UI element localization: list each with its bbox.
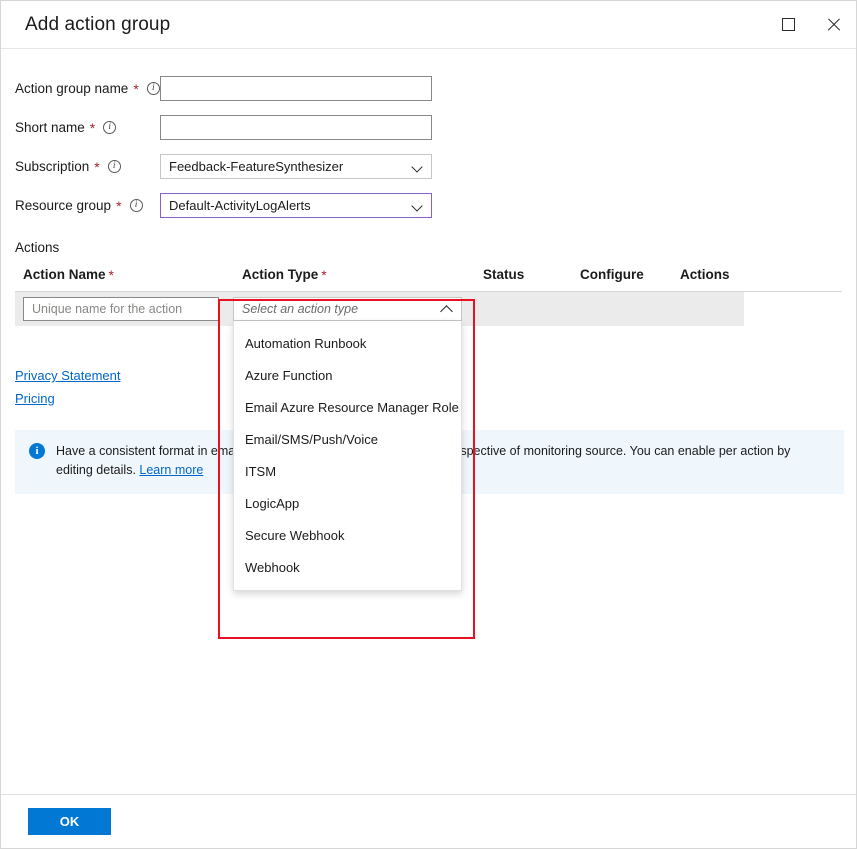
dropdown-option-azure-function[interactable]: Azure Function bbox=[234, 359, 461, 391]
dropdown-option-automation-runbook[interactable]: Automation Runbook bbox=[234, 327, 461, 359]
field-row-action-group-name: Action group name * i bbox=[15, 69, 842, 108]
dropdown-option-email-azure-resource-manager-role[interactable]: Email Azure Resource Manager Role bbox=[234, 391, 461, 423]
column-header-status: Status bbox=[483, 267, 580, 282]
label-text: Resource group bbox=[15, 198, 111, 213]
column-header-configure: Configure bbox=[580, 267, 680, 282]
restore-button[interactable] bbox=[766, 1, 811, 48]
page-title: Add action group bbox=[25, 14, 766, 36]
actions-section-title: Actions bbox=[15, 240, 842, 255]
dialog-titlebar: Add action group bbox=[1, 1, 856, 49]
dropdown-option-email-sms-push-voice[interactable]: Email/SMS/Push/Voice bbox=[234, 423, 461, 455]
info-icon[interactable]: i bbox=[147, 82, 160, 95]
actions-table: Action Name * Action Type * Status Confi… bbox=[15, 267, 842, 326]
ok-button[interactable]: OK bbox=[28, 808, 111, 835]
info-icon[interactable]: i bbox=[108, 160, 121, 173]
dropdown-option-itsm[interactable]: ITSM bbox=[234, 455, 461, 487]
label-text: Subscription bbox=[15, 159, 89, 174]
action-type-placeholder: Select an action type bbox=[242, 302, 358, 316]
dropdown-option-webhook[interactable]: Webhook bbox=[234, 551, 461, 583]
close-icon bbox=[826, 17, 841, 32]
action-type-combobox[interactable]: Select an action type bbox=[233, 297, 462, 321]
actions-table-header: Action Name * Action Type * Status Confi… bbox=[15, 267, 842, 292]
close-button[interactable] bbox=[811, 1, 856, 48]
required-asterisk: * bbox=[109, 268, 114, 282]
column-header-action-name: Action Name * bbox=[15, 267, 229, 282]
dropdown-option-logicapp[interactable]: LogicApp bbox=[234, 487, 461, 519]
column-label: Action Type bbox=[242, 267, 318, 282]
field-row-resource-group: Resource group * i Default-ActivityLogAl… bbox=[15, 186, 842, 225]
window-controls bbox=[766, 1, 856, 48]
resource-group-selected-value: Default-ActivityLogAlerts bbox=[169, 198, 311, 213]
column-header-actions: Actions bbox=[680, 267, 780, 282]
dialog-footer: OK bbox=[1, 794, 856, 848]
info-icon[interactable]: i bbox=[103, 121, 116, 134]
required-asterisk: * bbox=[133, 82, 138, 96]
chevron-down-icon bbox=[412, 200, 423, 211]
learn-more-link[interactable]: Learn more bbox=[139, 463, 203, 477]
pricing-link[interactable]: Pricing bbox=[15, 391, 55, 406]
column-label: Action Name bbox=[23, 267, 106, 282]
short-name-input[interactable] bbox=[160, 115, 432, 140]
field-row-subscription: Subscription * i Feedback-FeatureSynthes… bbox=[15, 147, 842, 186]
restore-icon bbox=[782, 18, 795, 31]
action-type-combo-wrapper: Select an action type Automation Runbook… bbox=[233, 297, 462, 321]
required-asterisk: * bbox=[116, 199, 121, 213]
required-asterisk: * bbox=[94, 160, 99, 174]
dropdown-option-secure-webhook[interactable]: Secure Webhook bbox=[234, 519, 461, 551]
action-name-input[interactable] bbox=[23, 297, 219, 321]
privacy-statement-link[interactable]: Privacy Statement bbox=[15, 368, 121, 383]
required-asterisk: * bbox=[90, 121, 95, 135]
add-action-group-dialog: Add action group Action group name * i S… bbox=[0, 0, 857, 849]
table-row: Select an action type Automation Runbook… bbox=[15, 292, 744, 326]
info-icon: i bbox=[29, 443, 45, 459]
resource-group-select[interactable]: Default-ActivityLogAlerts bbox=[160, 193, 432, 218]
column-header-action-type: Action Type * bbox=[229, 267, 483, 282]
label-subscription: Subscription * i bbox=[15, 159, 160, 174]
label-resource-group: Resource group * i bbox=[15, 198, 160, 213]
subscription-select[interactable]: Feedback-FeatureSynthesizer bbox=[160, 154, 432, 179]
field-row-short-name: Short name * i bbox=[15, 108, 842, 147]
label-text: Action group name bbox=[15, 81, 128, 96]
label-short-name: Short name * i bbox=[15, 120, 160, 135]
label-action-group-name: Action group name * i bbox=[15, 81, 160, 96]
chevron-up-icon bbox=[441, 303, 453, 315]
required-asterisk: * bbox=[321, 268, 326, 282]
dialog-content: Action group name * i Short name * i Sub… bbox=[1, 49, 856, 794]
subscription-selected-value: Feedback-FeatureSynthesizer bbox=[169, 159, 343, 174]
chevron-down-icon bbox=[412, 161, 423, 172]
info-icon[interactable]: i bbox=[130, 199, 143, 212]
action-group-name-input[interactable] bbox=[160, 76, 432, 101]
action-type-dropdown-list: Automation Runbook Azure Function Email … bbox=[233, 321, 462, 591]
label-text: Short name bbox=[15, 120, 85, 135]
